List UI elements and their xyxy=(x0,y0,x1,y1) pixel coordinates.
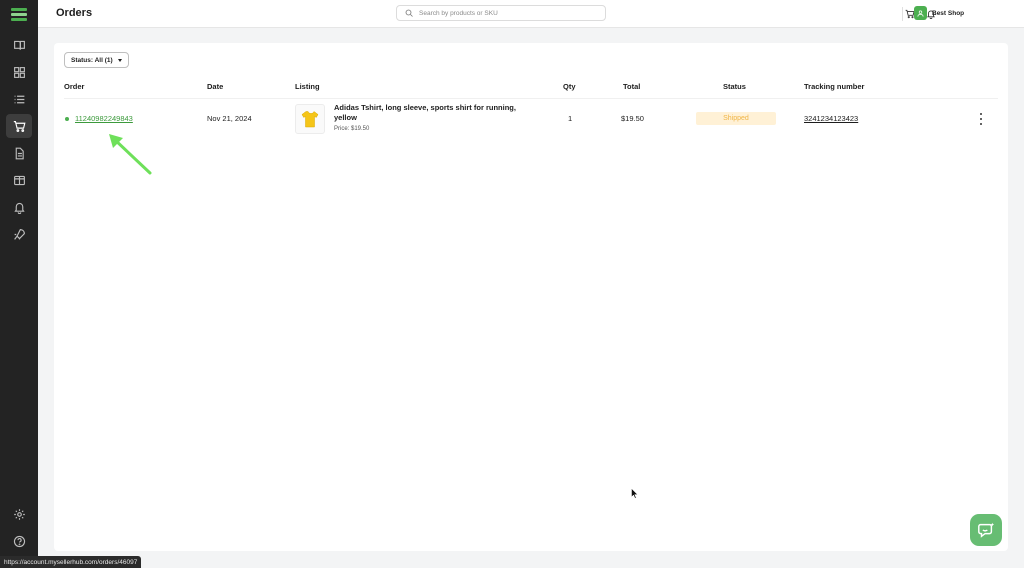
divider xyxy=(902,7,903,21)
sidebar-item-documents[interactable] xyxy=(6,141,32,165)
order-date: Nov 21, 2024 xyxy=(207,114,252,123)
column-header-date: Date xyxy=(207,82,224,91)
orders-panel: Status: All (1) Order Date Listing Qty T… xyxy=(54,43,1008,551)
listing-thumbnail[interactable] xyxy=(295,104,325,134)
sidebar-item-help[interactable] xyxy=(6,529,32,553)
wallet-icon xyxy=(13,175,25,185)
search-input[interactable] xyxy=(419,9,599,17)
list-icon xyxy=(14,95,24,103)
column-header-listing: Listing xyxy=(295,82,320,91)
search-icon xyxy=(405,9,413,17)
row-actions-menu-icon[interactable] xyxy=(977,112,985,126)
sidebar-item-dashboard[interactable] xyxy=(6,60,32,84)
listing-price: Price: $19.50 xyxy=(334,126,370,132)
order-id-link[interactable]: 11240982249843 xyxy=(75,114,133,123)
sidebar-item-orders[interactable] xyxy=(6,114,32,138)
chat-icon xyxy=(978,522,995,538)
status-filter-dropdown[interactable]: Status: All (1) xyxy=(64,52,129,68)
annotation-arrow xyxy=(109,134,152,175)
chat-support-button[interactable] xyxy=(970,514,1002,546)
status-dot xyxy=(65,117,69,121)
sidebar-item-catalog[interactable] xyxy=(6,33,32,57)
caret-down-icon xyxy=(117,58,122,62)
mouse-cursor xyxy=(631,488,638,499)
gear-icon xyxy=(13,508,25,520)
status-badge: Shipped xyxy=(696,112,776,125)
user-icon xyxy=(917,10,924,17)
shop-name[interactable]: Best Shop xyxy=(932,10,964,17)
column-header-order: Order xyxy=(64,82,85,91)
sidebar-item-promote[interactable] xyxy=(6,222,32,246)
sidebar-item-notifications[interactable] xyxy=(6,195,32,219)
sidebar xyxy=(0,0,38,568)
sidebar-item-wallet[interactable] xyxy=(6,168,32,192)
order-total: $19.50 xyxy=(621,114,644,123)
shop-avatar[interactable] xyxy=(914,6,927,20)
order-qty: 1 xyxy=(568,114,573,123)
app-logo[interactable] xyxy=(11,8,27,22)
page-title: Orders xyxy=(56,7,93,19)
column-header-qty: Qty xyxy=(563,82,576,91)
tracking-number-link[interactable]: 3241234123423 xyxy=(804,114,858,123)
cart-icon xyxy=(13,120,26,132)
listing-title[interactable]: Adidas Tshirt, long sleeve, sports shirt… xyxy=(334,103,534,123)
sidebar-item-settings[interactable] xyxy=(6,502,32,526)
status-bar-url: https://account.mysellerhub.com/orders/4… xyxy=(0,556,142,568)
column-header-tracking: Tracking number xyxy=(804,82,865,91)
status-filter-label: Status: All (1) xyxy=(71,56,113,64)
book-icon xyxy=(13,40,25,50)
rocket-icon xyxy=(13,228,25,240)
sidebar-item-listings[interactable] xyxy=(6,87,32,111)
column-header-total: Total xyxy=(623,82,641,91)
tshirt-image xyxy=(301,111,319,128)
search-box[interactable] xyxy=(396,5,606,21)
document-icon xyxy=(15,147,24,159)
help-icon xyxy=(13,535,25,547)
bell-icon xyxy=(13,202,25,214)
header-divider xyxy=(64,98,998,99)
grid-icon xyxy=(13,66,25,78)
top-bar: Orders Best Shop xyxy=(38,0,1024,28)
column-header-status: Status xyxy=(723,82,746,91)
